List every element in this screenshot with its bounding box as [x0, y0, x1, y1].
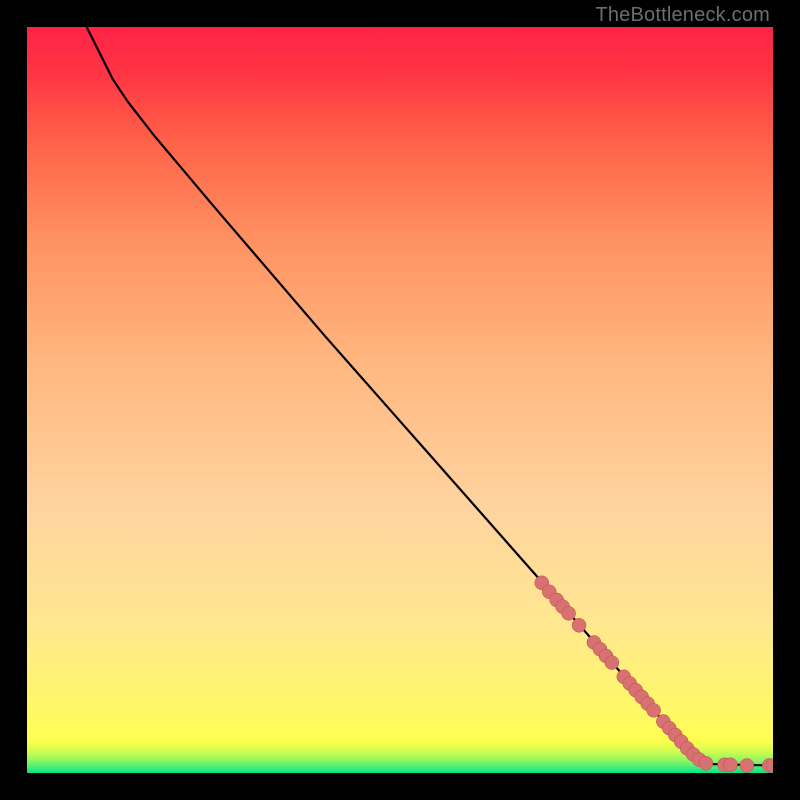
attribution-text: TheBottleneck.com [595, 4, 770, 27]
data-marker [605, 656, 619, 670]
chart-svg [27, 27, 773, 773]
plot-area [27, 27, 773, 773]
markers-group [535, 576, 773, 773]
data-marker [572, 618, 586, 632]
data-marker [699, 756, 713, 770]
data-marker [740, 759, 754, 773]
data-marker [723, 758, 737, 772]
data-marker [647, 703, 661, 717]
data-marker [562, 606, 576, 620]
curve-line [87, 27, 773, 766]
chart-frame: TheBottleneck.com [0, 0, 800, 800]
